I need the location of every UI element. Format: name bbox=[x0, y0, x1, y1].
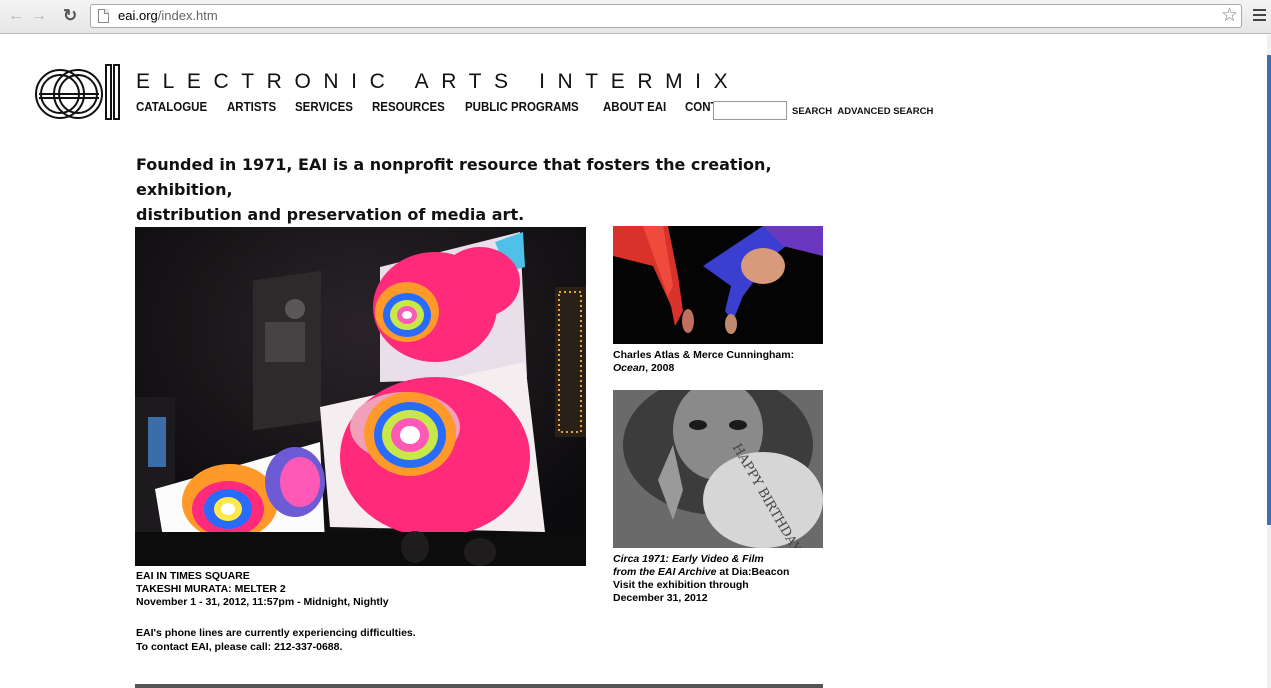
notice-line-1: EAI's phone lines are currently experien… bbox=[136, 627, 416, 639]
menu-icon[interactable] bbox=[1253, 9, 1266, 21]
feature-caption-line-1[interactable]: EAI IN TIMES SQUARE bbox=[136, 570, 389, 583]
scrollbar[interactable] bbox=[1267, 35, 1271, 688]
ocean-image[interactable] bbox=[613, 226, 823, 344]
browser-toolbar: ← → ↻ eai.org/index.htm ☆ bbox=[0, 0, 1271, 34]
feature-image[interactable] bbox=[135, 227, 586, 566]
search-link[interactable]: SEARCH bbox=[792, 106, 832, 117]
url-path: /index.htm bbox=[157, 8, 218, 23]
circa-1971-caption: Circa 1971: Early Video & Film from the … bbox=[613, 553, 789, 605]
ocean-title: Ocean bbox=[613, 362, 646, 374]
nav-catalogue[interactable]: CATALOGUE bbox=[136, 100, 207, 114]
circa-venue: at Dia:Beacon bbox=[716, 566, 790, 578]
ocean-caption-line-2[interactable]: Ocean, 2008 bbox=[613, 362, 794, 375]
eai-logo[interactable] bbox=[33, 63, 121, 121]
scroll-thumb[interactable] bbox=[1267, 55, 1271, 525]
circa-caption-line-2[interactable]: from the EAI Archive at Dia:Beacon bbox=[613, 566, 789, 579]
feature-caption: EAI IN TIMES SQUARE TAKESHI MURATA: MELT… bbox=[136, 570, 389, 609]
circa-title-part-1: Circa 1971: Early Video & Film bbox=[613, 553, 764, 565]
intro-line-1: Founded in 1971, EAI is a nonprofit reso… bbox=[136, 155, 772, 199]
circa-1971-image[interactable]: HAPPY BIRTHDAY bbox=[613, 390, 823, 548]
page-icon bbox=[98, 9, 109, 23]
circa-caption-line-1[interactable]: Circa 1971: Early Video & Film bbox=[613, 553, 789, 566]
intro-text: Founded in 1971, EAI is a nonprofit reso… bbox=[136, 152, 836, 227]
site-title: ELECTRONIC ARTS INTERMIX bbox=[136, 70, 741, 93]
back-icon[interactable]: ← bbox=[8, 7, 24, 25]
nav-public-programs[interactable]: PUBLIC PROGRAMS bbox=[465, 100, 579, 114]
phone-notice: EAI's phone lines are currently experien… bbox=[136, 627, 416, 654]
url-text[interactable]: eai.org/index.htm bbox=[118, 8, 218, 23]
search-input[interactable] bbox=[713, 101, 787, 120]
nav-services[interactable]: SERVICES bbox=[295, 100, 353, 114]
feature-caption-line-2[interactable]: TAKESHI MURATA: MELTER 2 bbox=[136, 583, 389, 596]
ocean-caption: Charles Atlas & Merce Cunningham: Ocean,… bbox=[613, 349, 794, 375]
circa-title-part-2: from the EAI Archive bbox=[613, 566, 717, 578]
nav-artists[interactable]: ARTISTS bbox=[227, 100, 276, 114]
ocean-year: , 2008 bbox=[645, 362, 675, 374]
feature-caption-line-3: November 1 - 31, 2012, 11:57pm - Midnigh… bbox=[136, 596, 389, 608]
nav-resources[interactable]: RESOURCES bbox=[372, 100, 445, 114]
intro-line-2: distribution and preservation of media a… bbox=[136, 205, 525, 224]
section-divider bbox=[135, 684, 823, 688]
circa-caption-line-4: December 31, 2012 bbox=[613, 592, 708, 604]
ocean-caption-line-1[interactable]: Charles Atlas & Merce Cunningham: bbox=[613, 349, 794, 362]
circa-caption-line-3: Visit the exhibition through bbox=[613, 579, 749, 591]
advanced-search-link[interactable]: ADVANCED SEARCH bbox=[837, 106, 933, 117]
main-nav: CATALOGUE ARTISTS SERVICES RESOURCES PUB… bbox=[136, 100, 760, 114]
reload-icon[interactable]: ↻ bbox=[63, 7, 77, 25]
address-bar[interactable]: eai.org/index.htm ☆ bbox=[90, 4, 1242, 28]
search-links: SEARCH ADVANCED SEARCH bbox=[792, 106, 936, 117]
notice-line-2: To contact EAI, please call: 212-337-068… bbox=[136, 640, 343, 653]
url-domain: eai.org bbox=[118, 8, 158, 23]
star-icon[interactable]: ☆ bbox=[1221, 5, 1238, 27]
forward-icon[interactable]: → bbox=[31, 7, 47, 25]
nav-about-eai[interactable]: ABOUT EAI bbox=[603, 100, 666, 114]
